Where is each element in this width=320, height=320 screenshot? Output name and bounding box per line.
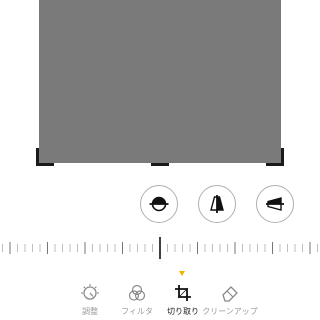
photo-canvas[interactable]	[0, 0, 320, 168]
adjust-dial-icon	[81, 284, 99, 300]
tab-crop-label: 切り取り	[167, 307, 199, 316]
horizontal-perspective-button[interactable]	[256, 185, 294, 223]
tab-cleanup[interactable]: クリーンアップ	[200, 268, 260, 320]
crop-handle-bottom-edge[interactable]	[151, 163, 169, 166]
photo-preview[interactable]	[39, 0, 281, 163]
tab-filter-label: フィルタ	[121, 307, 153, 316]
crop-icon	[175, 285, 191, 301]
eraser-icon	[222, 286, 238, 302]
tab-adjust-label: 調整	[82, 307, 98, 316]
straighten-button[interactable]	[140, 185, 178, 223]
vertical-perspective-icon	[210, 195, 224, 213]
filter-circles-icon	[128, 284, 146, 301]
straighten-ruler[interactable]	[0, 236, 320, 260]
crop-handle-bottom-right-horizontal[interactable]	[266, 163, 284, 166]
ruler-ticks	[2, 237, 318, 259]
tab-cleanup-label: クリーンアップ	[202, 307, 258, 316]
editor-tab-bar: 調整 フィルタ 切り取り クリーンアップ	[0, 268, 320, 320]
horizontal-perspective-icon	[266, 197, 284, 211]
crop-handle-bottom-left-horizontal[interactable]	[36, 163, 54, 166]
vertical-perspective-button[interactable]	[198, 185, 236, 223]
straighten-icon	[149, 196, 169, 212]
